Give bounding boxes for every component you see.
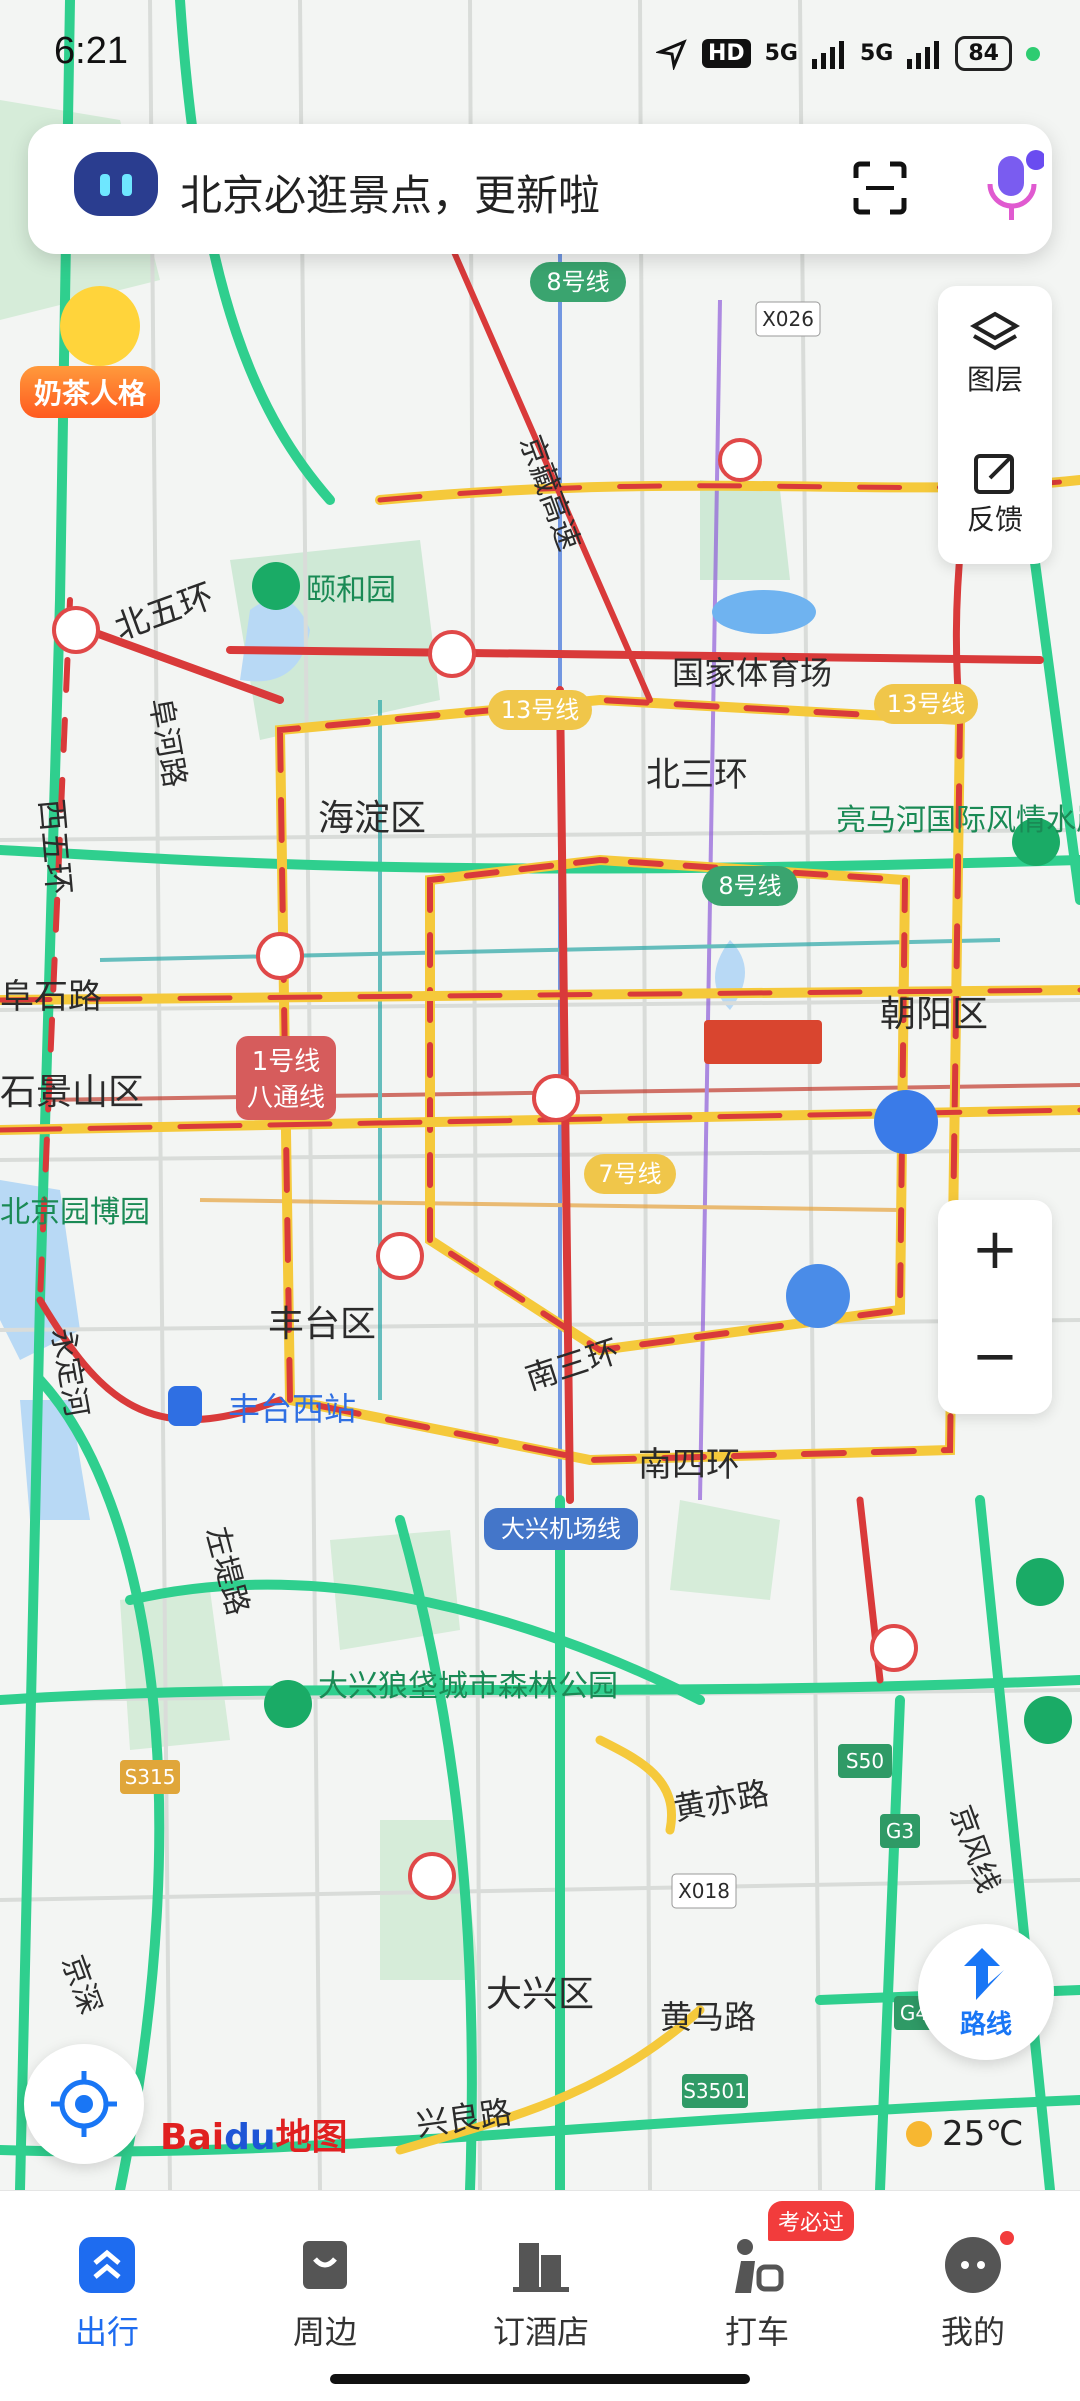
search-bar[interactable]: 北京必逛景点，更新啦 xyxy=(28,124,1052,254)
privacy-dot-icon xyxy=(1026,46,1040,61)
label-line13-right: 13号线 xyxy=(887,690,966,718)
tab-label: 订酒店 xyxy=(492,2313,589,2351)
feedback-label: 反馈 xyxy=(966,503,1023,536)
label-g3: G3 xyxy=(886,1819,914,1843)
signal-bars-icon xyxy=(812,40,844,69)
hd-indicator: HD xyxy=(701,39,751,68)
milk-tea-mascot[interactable]: 奶茶人格 xyxy=(14,278,164,418)
label-fengtaixi: 丰台西站 xyxy=(228,1390,356,1428)
sun-icon xyxy=(906,2121,932,2147)
notification-dot xyxy=(1000,2231,1014,2245)
status-icons: HD 5G 5G 84 xyxy=(655,36,1040,71)
label-shijingshan: 石景山区 xyxy=(0,1072,144,1113)
battery-indicator: 84 xyxy=(955,36,1012,71)
mascot-badge[interactable]: 奶茶人格 xyxy=(20,366,161,418)
weather-temp: 25℃ xyxy=(942,2114,1024,2154)
baidu-map-logo: Baidu地图 xyxy=(160,2108,348,2160)
logo-bai: Bai xyxy=(160,2117,225,2158)
tab-label: 我的 xyxy=(940,2313,1005,2351)
label-batong: 八通线 xyxy=(247,1083,325,1113)
map-side-panel: 图层 反馈 xyxy=(938,286,1052,564)
weather-widget[interactable]: 25℃ xyxy=(906,2114,1023,2154)
signal-bars-icon-2 xyxy=(907,40,940,69)
label-liangmahe: 亮马河国际风情水岸 xyxy=(836,803,1080,838)
status-bar: 6:21 HD 5G 5G 84 xyxy=(0,0,1080,110)
layers-label: 图层 xyxy=(966,363,1023,396)
tab-label: 打车 xyxy=(724,2313,789,2351)
label-x018: X018 xyxy=(678,1879,730,1903)
label-s3501: S3501 xyxy=(683,2079,747,2103)
crosshair-icon xyxy=(51,2071,117,2137)
route-arrow-icon xyxy=(964,1948,1004,2000)
label-daxing: 大兴区 xyxy=(486,1974,594,2015)
route-button[interactable]: 路线 xyxy=(918,1924,1054,2060)
label-s315: S315 xyxy=(125,1765,176,1789)
label-line8-top: 8号线 xyxy=(546,268,609,296)
label-haidian: 海淀区 xyxy=(318,798,426,839)
location-arrow-icon xyxy=(655,38,687,70)
route-label: 路线 xyxy=(959,2010,1012,2040)
label-yiheyuan: 颐和园 xyxy=(306,573,396,608)
label-line13-left: 13号线 xyxy=(501,696,580,724)
nearby-bag-icon xyxy=(303,2241,347,2289)
travel-icon xyxy=(79,2237,135,2293)
label-stadium: 国家体育场 xyxy=(672,654,832,692)
tab-travel[interactable]: 出行 xyxy=(32,2211,182,2361)
hotel-building-icon xyxy=(513,2243,569,2292)
tab-taxi[interactable]: 考必过 打车 xyxy=(682,2201,855,2361)
mascot-duck-icon xyxy=(60,286,140,366)
label-langbao: 大兴狼垡城市森林公园 xyxy=(318,1669,618,1704)
home-indicator[interactable] xyxy=(330,2374,750,2384)
label-line1: 1号线 xyxy=(252,1047,321,1077)
zoom-controls: + − xyxy=(938,1200,1052,1414)
label-x026: X026 xyxy=(762,307,814,331)
search-query-text[interactable]: 北京必逛景点，更新啦 xyxy=(180,162,600,223)
label-line8-mid: 8号线 xyxy=(718,872,781,900)
tab-label: 出行 xyxy=(74,2313,139,2351)
zoom-out-button[interactable]: − xyxy=(938,1307,1052,1414)
label-daxing-line: 大兴机场线 xyxy=(501,1515,621,1543)
edit-feedback-icon xyxy=(974,454,1014,494)
label-beisanhuan: 北三环 xyxy=(646,755,748,795)
label-huangma: 黄马路 xyxy=(660,1998,756,2036)
label-line7: 7号线 xyxy=(598,1160,661,1188)
bottom-tab-bar: 出行 周边 订酒店 考必过 打车 我的 xyxy=(0,2190,1080,2401)
label-fushilu: 阜石路 xyxy=(0,977,102,1017)
signal-5g-2: 5G xyxy=(860,41,894,66)
label-fengtai: 丰台区 xyxy=(268,1304,376,1345)
logo-suffix: 地图 xyxy=(275,2117,348,2158)
status-time: 6:21 xyxy=(54,30,128,72)
label-s50: S50 xyxy=(846,1749,884,1773)
label-yuanbo: 北京园博园 xyxy=(0,1195,150,1230)
tab-hotel[interactable]: 订酒店 xyxy=(466,2211,616,2361)
label-nansihuan: 南四环 xyxy=(638,1445,740,1485)
zoom-in-button[interactable]: + xyxy=(938,1200,1052,1307)
tab-label: 周边 xyxy=(292,2313,357,2351)
feedback-button[interactable]: 反馈 xyxy=(938,426,1052,556)
tab-mine[interactable]: 我的 xyxy=(898,2211,1048,2361)
locate-me-button[interactable] xyxy=(24,2044,144,2164)
layers-button[interactable]: 图层 xyxy=(938,286,1052,416)
scan-icon[interactable] xyxy=(852,160,908,216)
signal-5g-1: 5G xyxy=(764,41,798,66)
assistant-robot-icon[interactable] xyxy=(74,152,158,216)
layers-icon xyxy=(970,311,1020,351)
voice-mic-icon[interactable] xyxy=(980,150,1044,226)
logo-du: du xyxy=(224,2117,276,2158)
taxi-person-icon xyxy=(735,2239,784,2293)
taxi-badge: 考必过 xyxy=(768,2201,855,2241)
tab-nearby[interactable]: 周边 xyxy=(250,2211,400,2361)
profile-avatar-icon xyxy=(945,2237,1001,2293)
label-chaoyang: 朝阳区 xyxy=(880,994,988,1035)
